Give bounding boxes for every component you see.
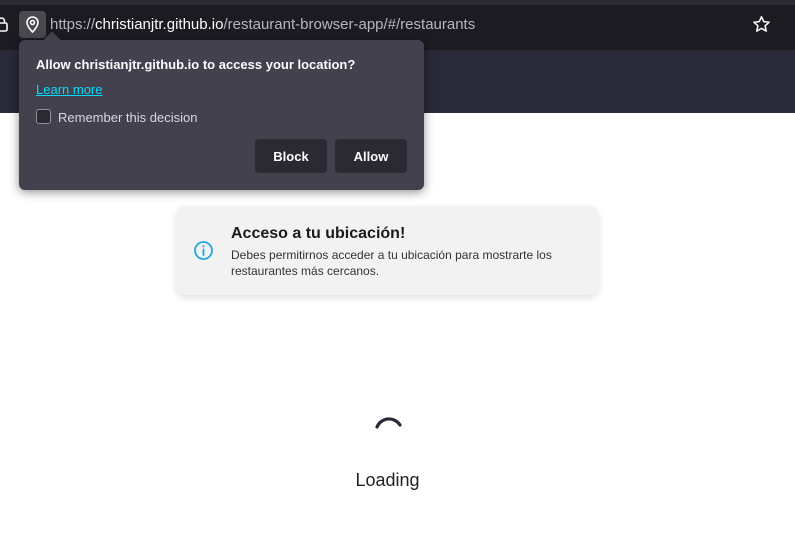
info-icon xyxy=(194,241,213,260)
url-domain: christianjtr.github.io xyxy=(95,16,224,33)
url-path: /restaurant-browser-app/#/restaurants xyxy=(223,16,476,33)
location-pin-icon xyxy=(26,16,39,33)
lock-icon[interactable] xyxy=(0,16,10,32)
block-button[interactable]: Block xyxy=(255,139,327,173)
info-card-body: Debes permitirnos acceder a tu ubicación… xyxy=(231,248,552,278)
remember-decision-label[interactable]: Remember this decision xyxy=(58,110,197,125)
remember-decision-checkbox[interactable] xyxy=(36,109,51,124)
tab-strip-edge xyxy=(0,0,795,5)
location-permission-popup: Allow christianjtr.github.io to access y… xyxy=(19,31,424,190)
bookmark-star-icon[interactable] xyxy=(752,15,771,34)
loading-text: Loading xyxy=(355,470,420,490)
popup-title: Allow christianjtr.github.io to access y… xyxy=(36,57,356,72)
url-prefix: https:// xyxy=(50,16,96,33)
location-permission-button[interactable] xyxy=(19,11,46,38)
info-card-title: Acceso a tu ubicación! xyxy=(231,225,406,242)
url-text[interactable]: https://christianjtr.github.io/restauran… xyxy=(50,16,475,33)
allow-button[interactable]: Allow xyxy=(335,139,407,173)
learn-more-link[interactable]: Learn more xyxy=(36,82,102,97)
loading-spinner-icon xyxy=(375,417,402,429)
location-info-card: Acceso a tu ubicación! Debes permitirnos… xyxy=(176,206,599,295)
